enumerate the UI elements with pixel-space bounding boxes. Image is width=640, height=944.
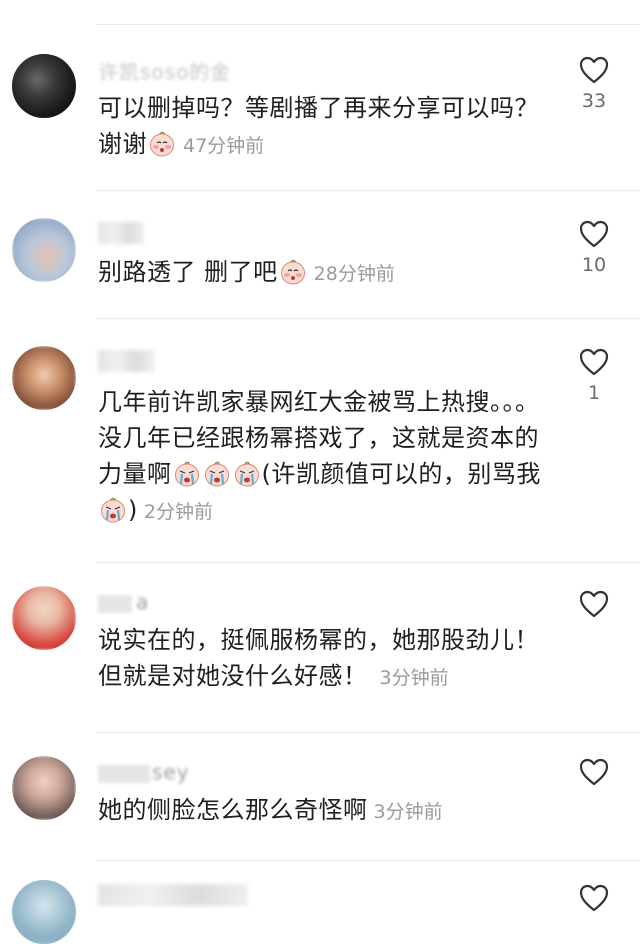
avatar[interactable] <box>12 218 76 282</box>
heart-outline-icon <box>579 56 609 84</box>
crying-face-emoji-icon <box>100 497 126 523</box>
comment-divider <box>96 318 640 319</box>
username[interactable]: sey <box>98 760 190 784</box>
username-suffix: a <box>136 590 150 614</box>
like-button[interactable]: 1 <box>576 348 612 404</box>
comment-divider <box>96 24 640 25</box>
comment-divider <box>96 860 640 861</box>
like-button[interactable] <box>576 884 612 912</box>
comment-time: 47分钟前 <box>183 135 265 157</box>
comment-divider <box>96 562 640 563</box>
comment-body: 她的侧脸怎么那么奇怪啊 <box>98 796 368 824</box>
comment-time: 28分钟前 <box>313 263 395 285</box>
crying-face-emoji-icon <box>204 461 230 487</box>
avatar[interactable] <box>12 880 76 944</box>
like-button[interactable] <box>576 758 612 786</box>
username-suffix: sey <box>152 760 190 784</box>
heart-outline-icon <box>579 348 609 376</box>
comment-body-continued: (许凯颜值可以的，别骂我 <box>261 460 541 488</box>
comment-time: 2分钟前 <box>143 501 213 523</box>
comment-text: 别路透了 删了吧 28分钟前 <box>98 254 548 292</box>
avatar[interactable] <box>12 54 76 118</box>
comment-time: 3分钟前 <box>379 667 449 689</box>
heart-outline-icon <box>579 220 609 248</box>
heart-outline-icon <box>579 758 609 786</box>
avatar[interactable] <box>12 756 76 820</box>
comment-body: 说实在的，挺佩服杨幂的，她那股劲儿！但就是对她没什么好感！ <box>98 626 539 690</box>
username-blurred <box>98 350 154 372</box>
like-count: 1 <box>587 382 601 404</box>
comment-divider <box>96 190 640 191</box>
avatar[interactable] <box>12 346 76 410</box>
like-count: 10 <box>581 254 607 276</box>
username-blurred <box>98 222 144 244</box>
comment-time: 3分钟前 <box>373 801 443 823</box>
like-button[interactable] <box>576 590 612 618</box>
username[interactable]: 许凯soso的金 <box>98 56 231 85</box>
crying-face-emoji-icon <box>174 461 200 487</box>
crying-face-emoji-icon <box>234 461 260 487</box>
heart-outline-icon <box>579 590 609 618</box>
comment-body-close: ) <box>128 496 138 524</box>
comment-text: 几年前许凯家暴网红大金被骂上热搜。。。没几年已经跟杨幂搭戏了，这就是资本的力量啊… <box>98 384 548 530</box>
blushing-face-emoji-icon <box>280 259 306 285</box>
like-count: 33 <box>581 90 607 112</box>
heart-outline-icon <box>579 884 609 912</box>
username[interactable]: a <box>98 590 149 614</box>
comment-body: 别路透了 删了吧 <box>98 258 278 286</box>
avatar[interactable] <box>12 586 76 650</box>
comment-text: 说实在的，挺佩服杨幂的，她那股劲儿！但就是对她没什么好感！ 3分钟前 <box>98 622 548 696</box>
like-button[interactable]: 33 <box>576 56 612 112</box>
comment-divider <box>96 732 640 733</box>
blushing-face-emoji-icon <box>149 131 175 157</box>
comment-text: 可以删掉吗？等剧播了再来分享可以吗？谢谢 47分钟前 <box>98 90 548 164</box>
like-button[interactable]: 10 <box>576 220 612 276</box>
comment-text: 她的侧脸怎么那么奇怪啊 3分钟前 <box>98 792 548 830</box>
username-blurred <box>98 884 248 906</box>
